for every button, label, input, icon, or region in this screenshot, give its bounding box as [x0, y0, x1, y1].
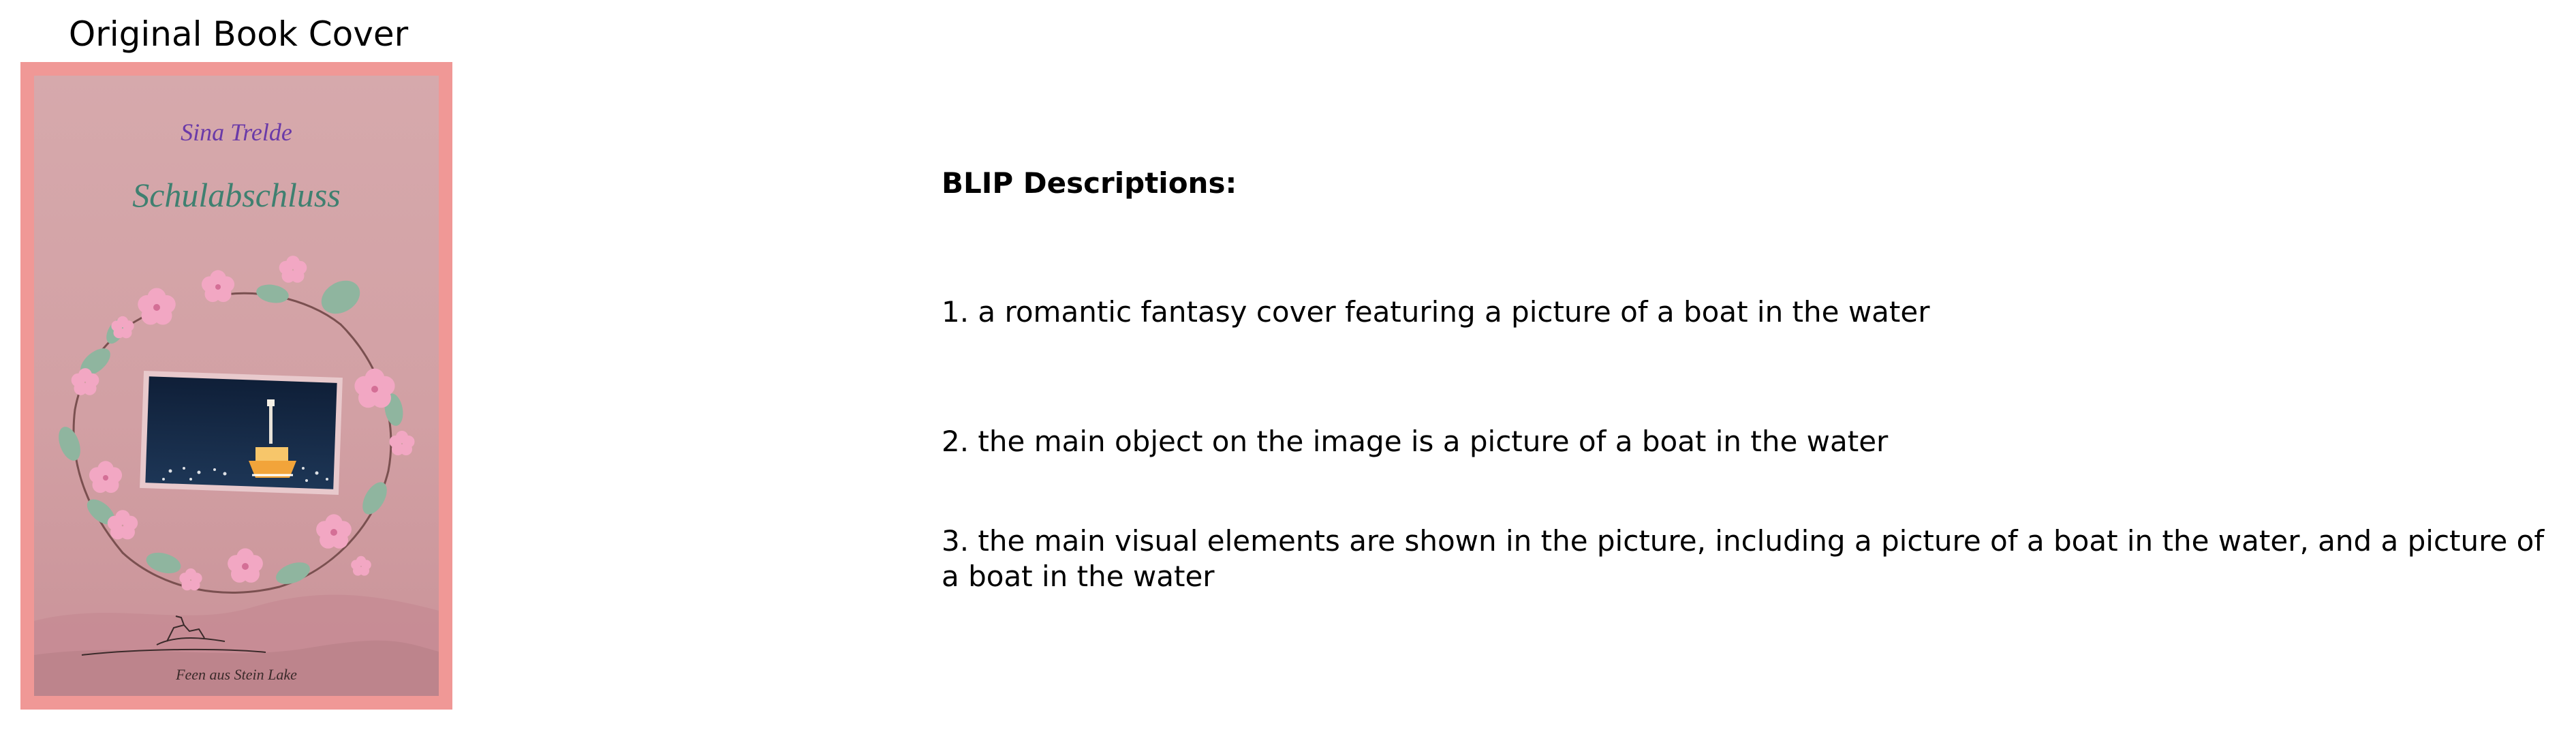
description-item: 2. the main object on the image is a pic…: [942, 425, 1889, 458]
description-item: 1. a romantic fantasy cover featuring a …: [942, 295, 1930, 329]
description-item: 3. the main visual elements are shown in…: [942, 524, 2545, 593]
book-cover-image: Sina Trelde Schulabschluss Feen aus Stei…: [20, 62, 452, 710]
descriptions-heading: BLIP Descriptions:: [942, 166, 1237, 200]
scene-sky: [145, 376, 337, 489]
figure: Original Book Cover Sina Trelde Schulabs…: [0, 0, 2576, 730]
cover-panel-title: Original Book Cover: [68, 14, 409, 54]
publisher-signature: Feen aus Stein Lake: [175, 666, 297, 683]
cover-title-text: Schulabschluss: [132, 176, 341, 214]
cover-author: Sina Trelde: [181, 119, 292, 146]
book-cover-svg: Sina Trelde Schulabschluss Feen aus Stei…: [20, 62, 452, 710]
